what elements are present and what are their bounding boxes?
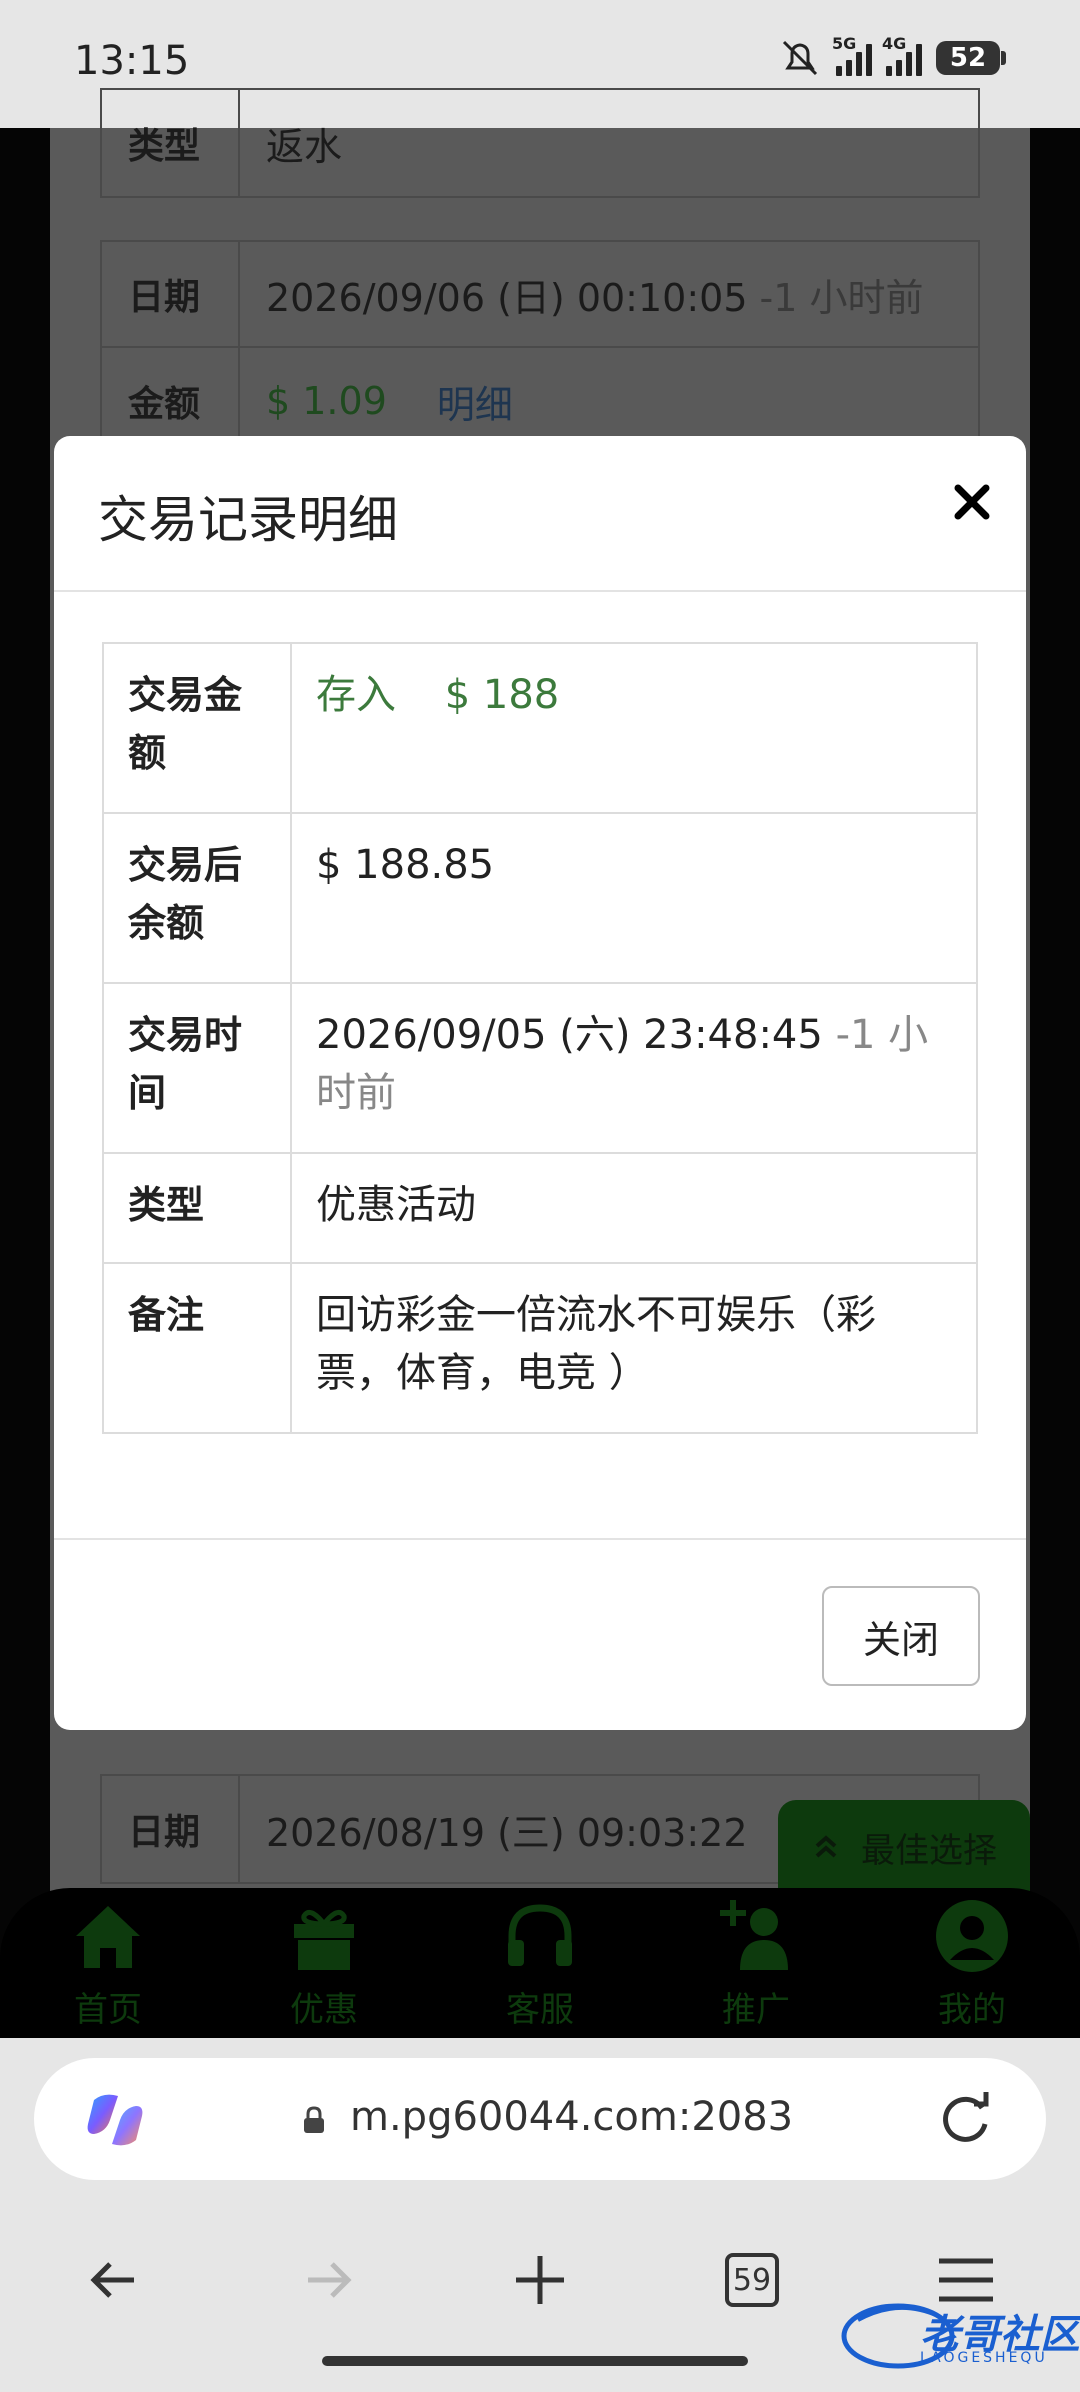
table-row: 日期 2026/09/06 (日) 00:10:05 -1 小时前: [102, 242, 978, 348]
plus-icon: [516, 2256, 564, 2304]
battery-icon: 52: [936, 41, 1006, 75]
close-button[interactable]: 关闭: [822, 1586, 980, 1686]
address-bar[interactable]: m.pg60044.com:2083: [34, 2058, 1046, 2180]
home-indicator: [322, 2356, 748, 2366]
best-choice-button[interactable]: 最佳选择: [778, 1800, 1030, 1894]
mute-icon: [782, 40, 818, 76]
signal-4g-icon: 4G: [882, 34, 922, 76]
transaction-detail-dialog: 交易记录明细 交易金额 存入 $ 188 交易后余额 $ 188.85 交易时间…: [54, 436, 1026, 1730]
new-tab-button[interactable]: [500, 2240, 580, 2320]
dialog-close-x-button[interactable]: [944, 474, 1000, 530]
row-key: 备注: [104, 1264, 292, 1432]
reload-icon[interactable]: [934, 2088, 996, 2150]
signal-5g-icon: 5G: [832, 34, 872, 76]
bottom-nav: 首页 优惠 客服 推广 我的: [0, 1888, 1080, 2038]
table-row: 交易时间 2026/09/05 (六) 23:48:45 -1 小时前: [104, 984, 976, 1154]
headset-icon: [508, 1903, 572, 1966]
url-text[interactable]: m.pg60044.com:2083: [350, 2094, 793, 2140]
nav-label: 我的: [938, 1989, 1006, 2030]
row-value: 存入 $ 188: [292, 644, 976, 812]
lock-icon: [304, 2106, 324, 2133]
dialog-footer-divider: [54, 1538, 1026, 1540]
amount-value: $ 1.09: [266, 379, 387, 423]
record-table: 日期 2026/09/06 (日) 00:10:05 -1 小时前 金额 $ 1…: [100, 240, 980, 456]
watermark-subtext: LAOGESHEQU: [920, 2350, 1048, 2366]
tab-count: 59: [725, 2253, 779, 2307]
row-value: 2026/09/05 (六) 23:48:45 -1 小时前: [292, 984, 976, 1152]
table-row: 交易后余额 $ 188.85: [104, 814, 976, 984]
nav-label: 首页: [74, 1989, 142, 2030]
home-icon: [76, 1905, 140, 1968]
nav-promote[interactable]: 推广: [676, 1896, 836, 2031]
double-chevron-up-icon: [815, 1835, 837, 1858]
dialog-header: 交易记录明细: [54, 436, 1026, 592]
record-table-partial: 类型 返水: [100, 88, 980, 198]
gift-icon: [294, 1909, 354, 1970]
row-value: 优惠活动: [316, 1182, 476, 1228]
row-key: 交易后余额: [104, 814, 292, 982]
nav-label: 优惠: [290, 1989, 358, 2030]
transaction-type: 存入: [316, 672, 396, 718]
row-key: 日期: [102, 1776, 240, 1882]
arrow-right-icon: [308, 2262, 352, 2298]
status-icons: 5G 4G 52: [778, 34, 1006, 78]
row-value: 2026/09/06 (日) 00:10:05 -1 小时前: [240, 242, 978, 346]
best-choice-label: 最佳选择: [861, 1830, 997, 1871]
tabs-button[interactable]: 59: [712, 2240, 792, 2320]
nav-offers[interactable]: 优惠: [244, 1896, 404, 2031]
nav-label: 客服: [506, 1989, 574, 2030]
detail-table: 交易金额 存入 $ 188 交易后余额 $ 188.85 交易时间 2026/0…: [102, 642, 978, 1434]
copilot-icon[interactable]: [84, 2090, 146, 2150]
table-row: 类型 返水: [102, 90, 978, 196]
transaction-amount: $ 188: [444, 672, 560, 718]
detail-link[interactable]: 明细: [437, 374, 513, 429]
date-relative: -1 小时前: [759, 275, 924, 320]
row-key: 交易金额: [104, 644, 292, 812]
forward-button[interactable]: [288, 2240, 368, 2320]
close-icon: [954, 484, 990, 520]
row-key: 交易时间: [104, 984, 292, 1152]
nav-support[interactable]: 客服: [460, 1896, 620, 2031]
table-row: 备注 回访彩金一倍流水不可娱乐（彩票，体育，电竞 ）: [104, 1264, 976, 1432]
row-value: $ 188.85: [316, 842, 495, 888]
nav-label: 推广: [722, 1989, 790, 2030]
nav-mine[interactable]: 我的: [892, 1896, 1052, 2031]
status-time: 13:15: [74, 38, 190, 84]
date-value: 2026/09/06 (日) 00:10:05: [266, 275, 748, 320]
row-value: 返水: [266, 124, 343, 169]
row-key: 日期: [102, 242, 240, 346]
arrow-left-icon: [90, 2262, 134, 2298]
back-button[interactable]: [74, 2240, 154, 2320]
transaction-time: 2026/09/05 (六) 23:48:45: [316, 1012, 823, 1058]
row-key: 类型: [102, 90, 240, 196]
table-row: 交易金额 存入 $ 188: [104, 644, 976, 814]
add-user-icon: [720, 1899, 788, 1970]
row-key: 类型: [104, 1154, 292, 1262]
user-icon: [936, 1899, 1008, 1972]
dialog-title: 交易记录明细: [98, 491, 398, 549]
table-row: 类型 优惠活动: [104, 1154, 976, 1264]
row-value: 回访彩金一倍流水不可娱乐（彩票，体育，电竞 ）: [316, 1292, 876, 1396]
nav-home[interactable]: 首页: [28, 1896, 188, 2031]
